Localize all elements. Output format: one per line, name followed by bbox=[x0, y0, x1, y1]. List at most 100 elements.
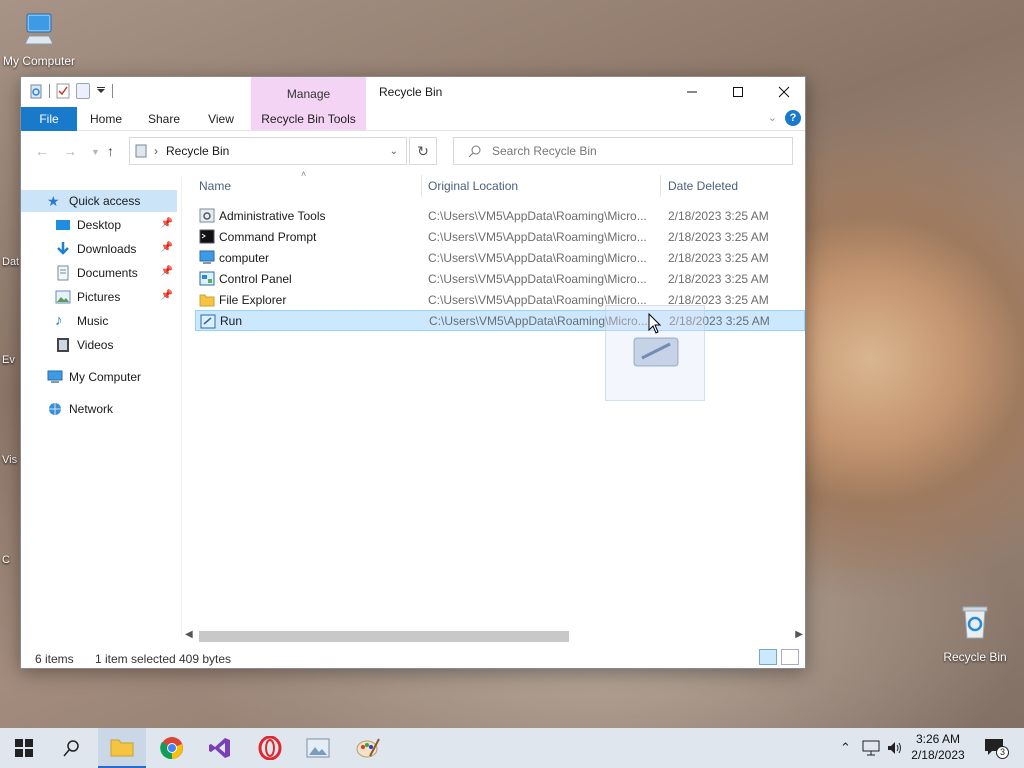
pin-icon[interactable]: 📌 bbox=[161, 266, 173, 277]
file-location: C:\Users\VM5\AppData\Roaming\Micro... bbox=[428, 250, 647, 265]
show-hidden-icons-icon[interactable]: ⌃ bbox=[840, 740, 851, 756]
taskbar-chrome[interactable] bbox=[148, 728, 196, 768]
tab-recycle-bin-tools[interactable]: Recycle Bin Tools bbox=[251, 107, 366, 131]
file-name: File Explorer bbox=[219, 292, 287, 307]
desktop-edge-label[interactable]: Vis bbox=[2, 454, 17, 466]
clock-date: 2/18/2023 bbox=[911, 748, 965, 762]
desktop-edge-label[interactable]: C bbox=[2, 554, 10, 566]
tab-home[interactable]: Home bbox=[83, 107, 129, 131]
tab-file[interactable]: File bbox=[21, 107, 77, 131]
title-bar[interactable]: Recycle Bin bbox=[21, 77, 805, 107]
nav-desktop[interactable]: Desktop 📌 bbox=[21, 214, 177, 236]
visual-studio-icon bbox=[209, 738, 230, 758]
search-icon bbox=[468, 145, 481, 158]
desktop-icon-my-computer[interactable]: My Computer bbox=[2, 10, 76, 68]
scroll-right-icon[interactable]: ▶ bbox=[795, 629, 803, 640]
file-row[interactable]: Control Panel C:\Users\VM5\AppData\Roami… bbox=[195, 268, 805, 289]
new-folder-icon[interactable] bbox=[76, 83, 90, 99]
network-status-icon[interactable] bbox=[862, 740, 880, 756]
desktop-icon-label: Recycle Bin bbox=[943, 650, 1007, 664]
recent-locations-button[interactable]: ▼ bbox=[91, 147, 100, 157]
download-icon bbox=[57, 242, 69, 255]
recycle-bin-icon bbox=[962, 606, 988, 639]
taskbar-paint[interactable] bbox=[344, 728, 392, 768]
up-button[interactable]: ↑ bbox=[107, 143, 114, 159]
file-row[interactable]: File Explorer C:\Users\VM5\AppData\Roami… bbox=[195, 289, 805, 310]
nav-network[interactable]: Network bbox=[21, 398, 177, 420]
nav-label: Documents bbox=[77, 266, 138, 280]
nav-pictures[interactable]: Pictures 📌 bbox=[21, 286, 177, 308]
tab-share[interactable]: Share bbox=[141, 107, 187, 131]
taskbar-visual-studio[interactable] bbox=[196, 728, 244, 768]
properties-icon[interactable] bbox=[56, 83, 70, 99]
taskbar: ⌃ 3:26 AM 2/18/2023 3 bbox=[0, 728, 1024, 768]
column-header-date[interactable]: Date Deleted bbox=[668, 175, 738, 197]
search-placeholder: Search Recycle Bin bbox=[492, 144, 597, 158]
file-row-selected[interactable]: Run C:\Users\VM5\AppData\Roaming\Micro..… bbox=[195, 310, 805, 331]
column-divider[interactable] bbox=[660, 175, 661, 197]
file-date: 2/18/2023 3:25 AM bbox=[668, 250, 769, 265]
chevron-down-icon[interactable] bbox=[96, 86, 106, 96]
computer-shortcut-icon bbox=[199, 250, 215, 264]
start-button[interactable] bbox=[0, 728, 48, 768]
ribbon-collapse-icon[interactable]: ⌄ bbox=[768, 111, 777, 124]
file-row[interactable]: computer C:\Users\VM5\AppData\Roaming\Mi… bbox=[195, 247, 805, 268]
pane-divider[interactable] bbox=[181, 177, 182, 637]
file-date: 2/18/2023 3:25 AM bbox=[668, 271, 769, 286]
nav-music[interactable]: ♪ Music bbox=[21, 310, 177, 332]
maximize-button[interactable] bbox=[715, 77, 761, 107]
pin-icon[interactable]: 📌 bbox=[161, 242, 173, 253]
column-divider[interactable] bbox=[421, 175, 422, 197]
taskbar-file-explorer[interactable] bbox=[98, 728, 146, 768]
file-row[interactable]: Command Prompt C:\Users\VM5\AppData\Roam… bbox=[195, 226, 805, 247]
nav-label: Downloads bbox=[77, 242, 137, 256]
desktop-edge-label[interactable]: Dat bbox=[2, 256, 19, 268]
minimize-button[interactable] bbox=[669, 77, 715, 107]
pin-icon[interactable]: 📌 bbox=[161, 218, 173, 229]
file-name: Administrative Tools bbox=[219, 208, 326, 223]
details-view-button[interactable] bbox=[759, 649, 777, 665]
action-center-button[interactable]: 3 bbox=[984, 738, 1009, 759]
nav-my-computer[interactable]: My Computer bbox=[21, 366, 177, 388]
opera-icon bbox=[258, 736, 282, 760]
scroll-left-icon[interactable]: ◀ bbox=[185, 629, 193, 640]
nav-videos[interactable]: Videos bbox=[21, 334, 177, 356]
nav-label: Pictures bbox=[77, 290, 121, 304]
computer-icon bbox=[24, 13, 54, 45]
network-icon bbox=[49, 403, 61, 415]
horizontal-scrollbar[interactable]: ◀ ▶ bbox=[183, 628, 805, 644]
nav-quick-access[interactable]: ★ Quick access bbox=[21, 190, 177, 212]
taskbar-opera[interactable] bbox=[246, 728, 294, 768]
scrollbar-thumb[interactable] bbox=[199, 631, 569, 642]
desktop-edge-label[interactable]: Ev bbox=[2, 354, 15, 366]
run-icon bbox=[200, 314, 216, 329]
windows-icon bbox=[15, 739, 33, 757]
refresh-button[interactable]: ↻ bbox=[409, 137, 437, 165]
nav-documents[interactable]: Documents 📌 bbox=[21, 262, 177, 284]
help-button[interactable]: ? bbox=[785, 110, 801, 126]
status-bar: 6 items 1 item selected 409 bytes bbox=[21, 647, 805, 669]
taskbar-image-app[interactable] bbox=[294, 728, 342, 768]
column-header-name[interactable]: Name bbox=[199, 175, 231, 197]
desktop-icon-recycle-bin[interactable]: Recycle Bin bbox=[940, 602, 1010, 664]
address-dropdown-icon[interactable]: ⌄ bbox=[390, 146, 398, 157]
file-date: 2/18/2023 3:25 AM bbox=[668, 229, 769, 244]
breadcrumb-separator-icon: › bbox=[154, 144, 158, 158]
address-bar[interactable]: › Recycle Bin ⌄ bbox=[129, 137, 407, 165]
search-input[interactable]: Search Recycle Bin bbox=[453, 137, 793, 165]
column-header-location[interactable]: Original Location bbox=[428, 175, 518, 197]
large-icons-view-button[interactable] bbox=[781, 649, 799, 665]
pin-icon[interactable]: 📌 bbox=[161, 290, 173, 301]
clock[interactable]: 3:26 AM 2/18/2023 bbox=[906, 731, 970, 763]
navigation-pane: ★ Quick access Desktop 📌 Downloads 📌 Doc… bbox=[21, 177, 181, 645]
tab-view[interactable]: View bbox=[199, 107, 243, 131]
breadcrumb-current[interactable]: Recycle Bin bbox=[166, 144, 229, 158]
file-row[interactable]: Administrative Tools C:\Users\VM5\AppDat… bbox=[195, 205, 805, 226]
forward-button[interactable]: → bbox=[63, 143, 77, 159]
volume-icon[interactable] bbox=[886, 740, 902, 756]
back-button[interactable]: ← bbox=[35, 143, 49, 159]
close-button[interactable] bbox=[761, 77, 807, 107]
recycle-bin-small-icon[interactable] bbox=[29, 83, 43, 99]
nav-downloads[interactable]: Downloads 📌 bbox=[21, 238, 177, 260]
search-button[interactable] bbox=[48, 728, 96, 768]
